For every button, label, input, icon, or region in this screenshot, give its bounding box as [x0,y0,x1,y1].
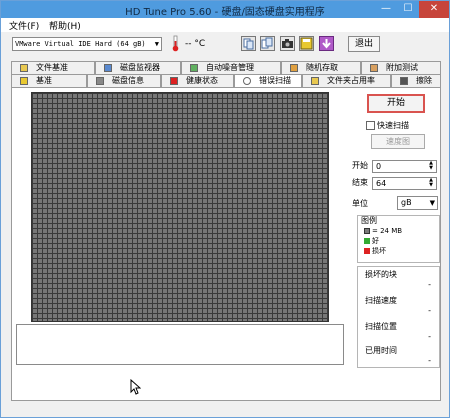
close-button[interactable]: ✕ [419,1,449,18]
mouse-cursor-icon [130,379,141,395]
chevron-down-icon: ▼ [154,40,159,48]
extra-tests-icon [370,64,378,72]
quick-scan-label: 快速扫描 [377,121,409,130]
scan-block-grid [31,92,329,322]
tab-label: 磁盘信息 [112,76,144,85]
copy-info-icon[interactable] [241,36,256,51]
tab-benchmark[interactable]: 基准 [11,74,87,87]
tab-random-access[interactable]: 随机存取 [281,61,361,74]
start-value: 0 [376,162,382,171]
damaged-blocks-label: 损坏的块 [365,270,397,279]
menu-file[interactable]: 文件(F) [9,19,39,32]
drive-select[interactable]: VMware Virtual IDE Hard (64 gB) ▼ [12,37,162,51]
start-field-label: 开始 [352,161,368,170]
tab-error-scan[interactable]: 错误扫描 [234,74,302,87]
legend-box: 图例 = 24 MB 好 损坏 [357,215,440,263]
scan-stats-box: 损坏的块 - 扫描速度 - 扫描位置 - 已用时间 - [357,266,440,368]
unit-label: 单位 [352,199,368,208]
legend-block-size: = 24 MB [364,227,402,235]
save-disk-icon[interactable] [299,36,314,51]
block-swatch-icon [364,228,370,234]
thermometer-icon [172,35,179,52]
tab-label: 文件夹占用率 [327,76,375,85]
magnifier-icon [243,77,251,85]
menu-help[interactable]: 帮助(H) [49,19,81,32]
end-spinner[interactable]: 64 ▲ ▼ [372,177,437,190]
folder-icon [311,77,319,85]
scan-speed-label: 扫描速度 [365,296,397,305]
copy-screen-icon[interactable] [260,36,275,51]
legend-block-size-text: = 24 MB [372,227,403,235]
speed-map-button[interactable]: 速度图 [371,134,425,149]
health-cross-icon [170,77,178,85]
legend-good: 好 [364,237,379,245]
toolbar: VMware Virtual IDE Hard (64 gB) ▼ -- °C … [1,32,449,58]
tab-file-benchmark[interactable]: 文件基准 [11,61,95,74]
scan-log-area [16,324,344,365]
tab-disk-monitor[interactable]: 磁盘监视器 [95,61,181,74]
unit-select[interactable]: gB ▼ [397,196,438,210]
tab-label: 磁盘监视器 [120,63,160,72]
legend-bad: 损坏 [364,247,386,255]
speaker-icon [190,64,198,72]
disk-icon [96,77,104,85]
end-field-label: 结束 [352,178,368,187]
tab-label: 擦除 [416,76,432,85]
checkbox-box [366,121,375,130]
tab-label: 错误扫描 [259,76,291,85]
tab-aam[interactable]: 自动噪音管理 [181,61,281,74]
tab-label: 随机存取 [306,63,338,72]
start-button[interactable]: 开始 [367,94,425,113]
download-icon[interactable] [319,36,334,51]
tab-health[interactable]: 健康状态 [161,74,234,87]
legend-title: 图例 [361,216,377,225]
elapsed-time-label: 已用时间 [365,346,397,355]
tab-label: 基准 [36,76,52,85]
scan-speed-value: - [428,306,431,315]
file-icon [20,64,28,72]
exit-button[interactable]: 退出 [348,36,380,52]
tab-label: 附加测试 [386,63,418,72]
temperature-readout: -- °C [185,39,206,49]
app-window: HD Tune Pro 5.60 - 硬盘/固态硬盘实用程序 — ☐ ✕ 文件(… [0,0,450,418]
trash-icon [400,77,408,85]
minimize-button[interactable]: — [375,1,397,18]
maximize-button[interactable]: ☐ [397,1,419,18]
random-access-icon [290,64,298,72]
scan-position-label: 扫描位置 [365,322,397,331]
end-value: 64 [376,179,387,188]
tabs-top-row: 文件基准 磁盘监视器 自动噪音管理 随机存取 附加测试 [11,61,441,74]
unit-value: gB [401,198,412,207]
tab-label: 自动噪音管理 [206,63,254,72]
scan-position-value: - [428,332,431,341]
chevron-down-icon: ▼ [429,199,435,207]
spinner-arrows-icon[interactable]: ▲ ▼ [427,178,435,188]
tab-label: 健康状态 [186,76,218,85]
tab-folder-usage[interactable]: 文件夹占用率 [302,74,391,87]
drive-select-value: VMware Virtual IDE Hard (64 gB) [15,40,146,48]
tab-disk-info[interactable]: 磁盘信息 [87,74,161,87]
legend-bad-text: 损坏 [372,247,386,255]
spinner-arrows-icon[interactable]: ▲ ▼ [427,161,435,171]
tab-extra-tests[interactable]: 附加测试 [361,61,441,74]
legend-good-text: 好 [372,237,379,245]
monitor-icon [104,64,112,72]
tabs-bottom-row: 基准 磁盘信息 健康状态 错误扫描 文件夹占用率 擦除 [11,74,441,87]
tab-label: 文件基准 [36,63,68,72]
benchmark-icon [20,77,28,85]
quick-scan-checkbox[interactable]: 快速扫描 [366,120,409,131]
screenshot-camera-icon[interactable] [280,36,295,51]
title-bar: HD Tune Pro 5.60 - 硬盘/固态硬盘实用程序 — ☐ ✕ [1,1,449,18]
tab-erase[interactable]: 擦除 [391,74,441,87]
damaged-blocks-value: - [428,280,431,289]
bad-swatch-icon [364,248,370,254]
start-spinner[interactable]: 0 ▲ ▼ [372,160,437,173]
elapsed-time-value: - [428,356,431,365]
good-swatch-icon [364,238,370,244]
menu-bar: 文件(F) 帮助(H) [1,18,449,32]
